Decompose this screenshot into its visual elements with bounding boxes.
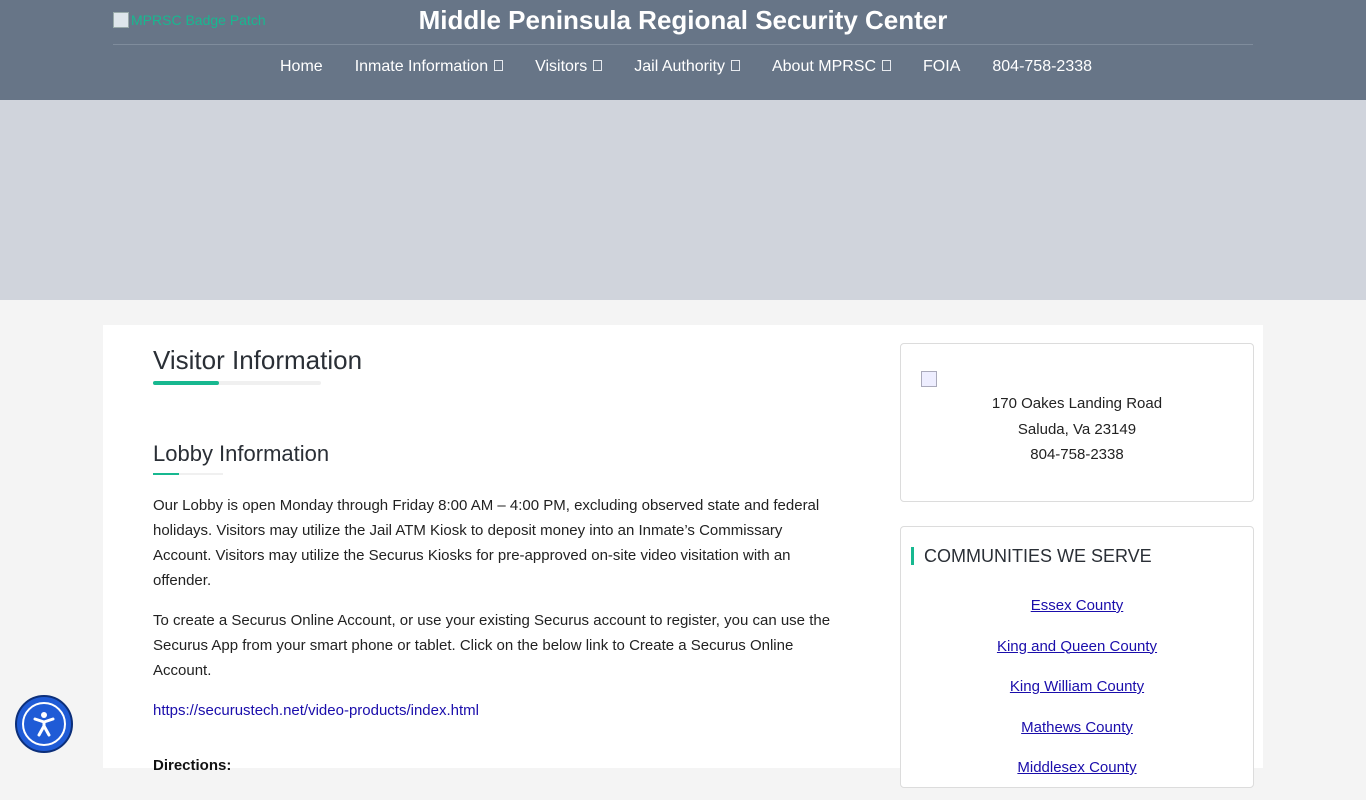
- directions-heading: Directions:: [153, 757, 232, 774]
- securus-paragraph: To create a Securus Online Account, or u…: [153, 612, 831, 679]
- community-link-king-william[interactable]: King William County: [901, 678, 1253, 719]
- header-divider: [113, 44, 1253, 45]
- site-header: MPRSC Badge Patch Middle Peninsula Regio…: [0, 0, 1366, 100]
- broken-image-icon: [921, 371, 937, 387]
- title-underline: [153, 381, 321, 385]
- accessibility-icon: [22, 702, 66, 746]
- main-nav: Home Inmate Information Visitors Jail Au…: [264, 58, 1108, 76]
- nav-foia[interactable]: FOIA: [907, 58, 976, 76]
- community-link-mathews[interactable]: Mathews County: [901, 719, 1253, 760]
- dropdown-caret-icon: [882, 59, 892, 71]
- address-block: 170 Oakes Landing Road Saluda, Va 23149 …: [901, 391, 1253, 468]
- nav-label: Inmate Information: [354, 58, 489, 75]
- nav-label: About MPRSC: [771, 58, 877, 75]
- nav-home[interactable]: Home: [264, 58, 339, 76]
- address-line1: 170 Oakes Landing Road: [991, 395, 1163, 412]
- nav-label: Home: [280, 58, 323, 75]
- community-link-middlesex[interactable]: Middlesex County: [901, 759, 1253, 800]
- page-title: Visitor Information: [153, 345, 363, 375]
- dropdown-caret-icon: [730, 59, 740, 71]
- communities-title: COMMUNITIES WE SERVE: [911, 547, 1152, 565]
- community-link-king-and-queen[interactable]: King and Queen County: [901, 638, 1253, 679]
- accessibility-button[interactable]: [15, 695, 73, 753]
- nav-visitors[interactable]: Visitors: [519, 58, 618, 76]
- communities-card: COMMUNITIES WE SERVE Essex County King a…: [900, 526, 1254, 788]
- dropdown-caret-icon: [494, 59, 504, 71]
- section-title: Lobby Information: [153, 441, 330, 466]
- nav-label: Visitors: [535, 58, 588, 75]
- address-card: 170 Oakes Landing Road Saluda, Va 23149 …: [900, 343, 1254, 502]
- nav-label: Jail Authority: [634, 58, 725, 75]
- nav-inmate-information[interactable]: Inmate Information: [339, 58, 519, 76]
- nav-jail-authority[interactable]: Jail Authority: [618, 58, 756, 76]
- community-link-essex[interactable]: Essex County: [901, 597, 1253, 638]
- nav-label: 804-758-2338: [992, 58, 1093, 75]
- securus-link[interactable]: https://securustech.net/video-products/i…: [153, 702, 479, 719]
- dropdown-caret-icon: [593, 59, 603, 71]
- address-phone: 804-758-2338: [1030, 446, 1124, 463]
- hero-banner: [0, 100, 1366, 300]
- lobby-paragraph: Our Lobby is open Monday through Friday …: [153, 497, 820, 589]
- nav-about-mprsc[interactable]: About MPRSC: [756, 58, 907, 76]
- site-title[interactable]: Middle Peninsula Regional Security Cente…: [0, 5, 1366, 36]
- section-underline: [153, 473, 223, 475]
- nav-phone[interactable]: 804-758-2338: [976, 58, 1108, 76]
- communities-list: Essex County King and Queen County King …: [901, 597, 1253, 800]
- nav-label: FOIA: [923, 58, 961, 75]
- address-line2: Saluda, Va 23149: [1017, 420, 1137, 438]
